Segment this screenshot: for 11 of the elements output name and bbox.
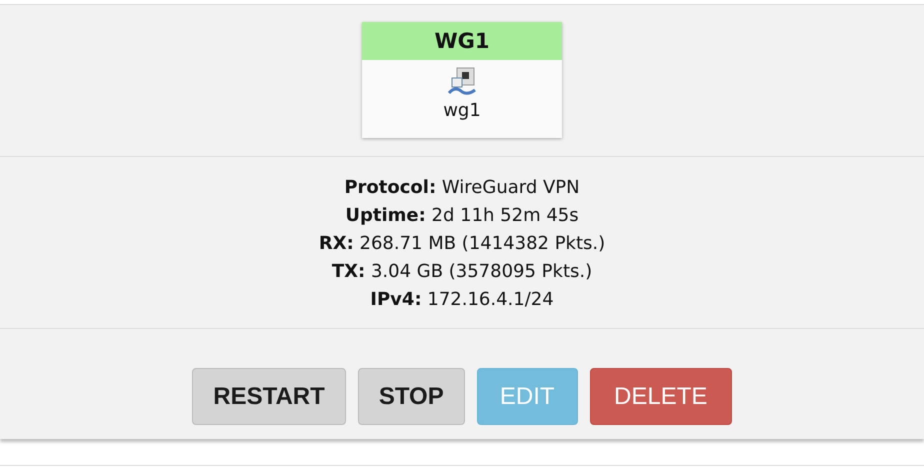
stop-button[interactable]: STOP [358, 368, 465, 425]
detail-line: Protocol: WireGuard VPN [344, 176, 580, 200]
detail-line: IPv4: 172.16.4.1/24 [370, 288, 554, 312]
detail-line: Uptime: 2d 11h 52m 45s [345, 204, 579, 228]
delete-button[interactable]: DELETE [590, 368, 732, 425]
device-name: wg1 [443, 100, 481, 121]
detail-line: RX: 268.71 MB (1414382 Pkts.) [318, 232, 606, 256]
interface-title: WG1 [362, 22, 562, 60]
restart-button[interactable]: RESTART [192, 368, 346, 425]
detail-line: TX: 3.04 GB (3578095 Pkts.) [332, 260, 592, 284]
network-adapter-icon [447, 66, 477, 96]
